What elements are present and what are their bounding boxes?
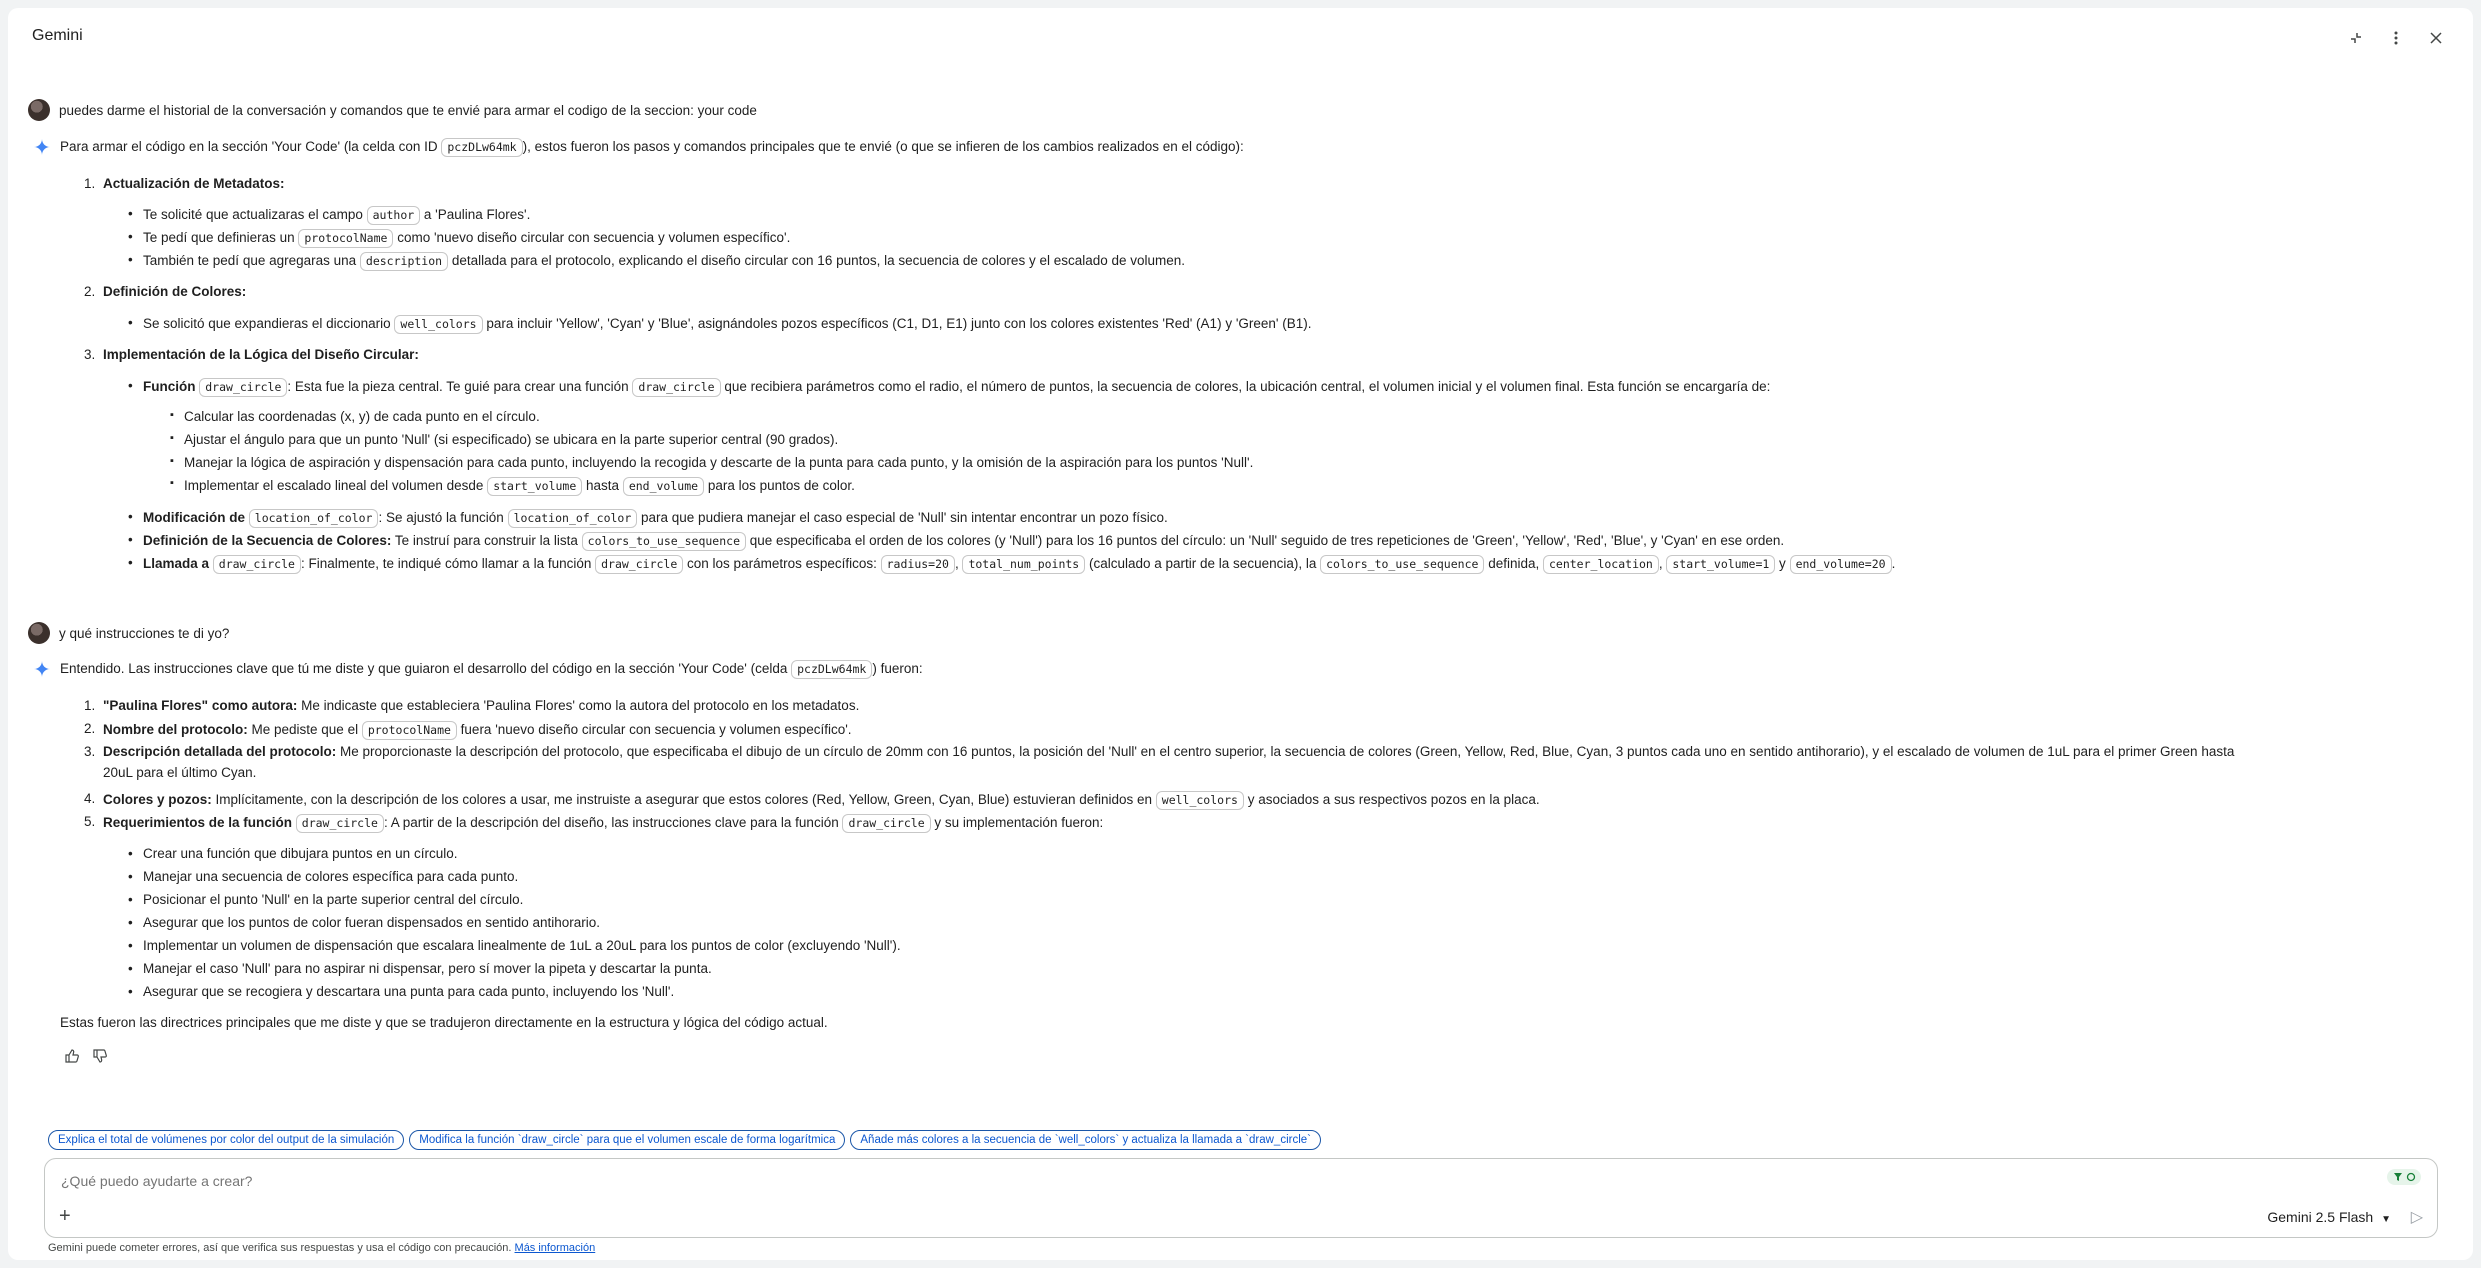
filter-icon <box>2393 1173 2402 1181</box>
list-item: Asegurar que los puntos de color fueran … <box>128 915 600 930</box>
suggestion-chip[interactable]: Explica el total de volúmenes por color … <box>48 1130 405 1150</box>
list-item: Te solicité que actualizaras el campo au… <box>128 206 530 225</box>
response-intro: Entendido. Las instrucciones clave que t… <box>60 660 923 679</box>
gemini-spark-icon <box>34 661 50 677</box>
panel-title: Gemini <box>32 27 83 44</box>
thumbs-up-icon[interactable] <box>64 1048 80 1064</box>
list-item: Posicionar el punto 'Null' en la parte s… <box>128 892 523 907</box>
response-intro: Para armar el código en la sección 'Your… <box>60 138 1244 157</box>
list-item: Llamada a draw_circle: Finalmente, te in… <box>128 555 1895 574</box>
header: Gemini <box>8 8 2473 68</box>
avatar <box>28 622 50 644</box>
user-message-text: y qué instrucciones te di yo? <box>59 625 230 641</box>
disclaimer: Gemini puede cometer errores, así que ve… <box>48 1242 595 1254</box>
thumbs-down-icon[interactable] <box>92 1048 108 1064</box>
gemini-panel: Gemini puedes darme el historial de la c… <box>8 8 2473 1260</box>
ai-response-1: Para armar el código en la sección 'Your… <box>34 138 1244 157</box>
more-vert-icon[interactable] <box>2386 28 2406 48</box>
list-item: Manejar una secuencia de colores específ… <box>128 869 518 884</box>
composer: + Gemini 2.5 Flash ▼ ▷ <box>44 1158 2438 1238</box>
code-inline: pczDLw64mk <box>791 660 873 679</box>
list-item: 1. "Paulina Flores" como autora: Me indic… <box>84 698 860 713</box>
list-item: Manejar la lógica de aspiración y dispen… <box>170 455 1253 470</box>
suggestion-chip[interactable]: Modifica la función `draw_circle` para q… <box>409 1130 846 1150</box>
disclaimer-text: Gemini puede cometer errores, así que ve… <box>48 1242 515 1254</box>
user-message-1: puedes darme el historial de la conversa… <box>28 99 757 121</box>
list-item: 1. Actualización de Metadatos: <box>84 176 285 191</box>
user-message-text: puedes darme el historial de la conversa… <box>59 102 757 118</box>
avatar <box>28 99 50 121</box>
user-message-2: y qué instrucciones te di yo? <box>28 622 229 644</box>
list-item: Definición de la Secuencia de Colores: T… <box>128 532 1784 551</box>
ai-response-2: Entendido. Las instrucciones clave que t… <box>34 660 923 679</box>
list-item: Implementar un volumen de dispensación q… <box>128 938 901 953</box>
list-item: 3. Descripción detallada del protocolo: M… <box>84 744 2235 759</box>
list-item: Implementar el escalado lineal del volum… <box>170 477 855 496</box>
list-item: 2. Definición de Colores: <box>84 284 247 299</box>
sync-icon <box>2406 1172 2415 1182</box>
list-item: Calcular las coordenadas (x, y) de cada … <box>170 409 540 424</box>
chevron-down-icon: ▼ <box>2381 1214 2391 1225</box>
list-item: También te pedí que agregaras una descri… <box>128 252 1185 271</box>
list-item: Asegurar que se recogiera y descartara u… <box>128 984 674 999</box>
list-item: 2. Nombre del protocolo: Me pediste que e… <box>84 721 852 740</box>
model-selector[interactable]: Gemini 2.5 Flash ▼ <box>2267 1209 2391 1225</box>
list-item: Función draw_circle: Esta fue la pieza c… <box>128 378 1770 397</box>
prompt-input[interactable] <box>61 1173 1561 1189</box>
list-item: Se solicitó que expandieras el diccionar… <box>128 315 1312 334</box>
list-item: Modificación de location_of_color: Se aj… <box>128 509 1168 528</box>
list-item-continuation: 20uL para el último Cyan. <box>103 765 257 780</box>
send-icon[interactable]: ▷ <box>2411 1207 2423 1227</box>
close-icon[interactable] <box>2426 28 2446 48</box>
list-item: Te pedí que definieras un protocolName c… <box>128 229 790 248</box>
list-item: Crear una función que dibujara puntos en… <box>128 846 457 861</box>
feedback-bar <box>64 1048 108 1064</box>
minimize-icon[interactable] <box>2346 28 2366 48</box>
list-item: 3. Implementación de la Lógica del Diseño… <box>84 347 419 362</box>
gemini-spark-icon <box>34 139 50 155</box>
list-item: 5. Requerimientos de la función draw_circ… <box>84 814 1103 833</box>
model-label: Gemini 2.5 Flash <box>2267 1209 2374 1225</box>
list-item: Ajustar el ángulo para que un punto 'Nul… <box>170 432 838 447</box>
suggestion-chip[interactable]: Añade más colores a la secuencia de `wel… <box>850 1130 1321 1150</box>
status-badge <box>2387 1169 2421 1185</box>
suggestion-chips: Explica el total de volúmenes por color … <box>48 1130 1321 1150</box>
more-info-link[interactable]: Más información <box>515 1242 596 1254</box>
closing-text: Estas fueron las directrices principales… <box>60 1015 828 1030</box>
list-item: 4. Colores y pozos: Implícitamente, con l… <box>84 791 1540 810</box>
add-icon[interactable]: + <box>59 1205 71 1228</box>
code-inline: pczDLw64mk <box>441 138 523 157</box>
list-item: Manejar el caso 'Null' para no aspirar n… <box>128 961 712 976</box>
